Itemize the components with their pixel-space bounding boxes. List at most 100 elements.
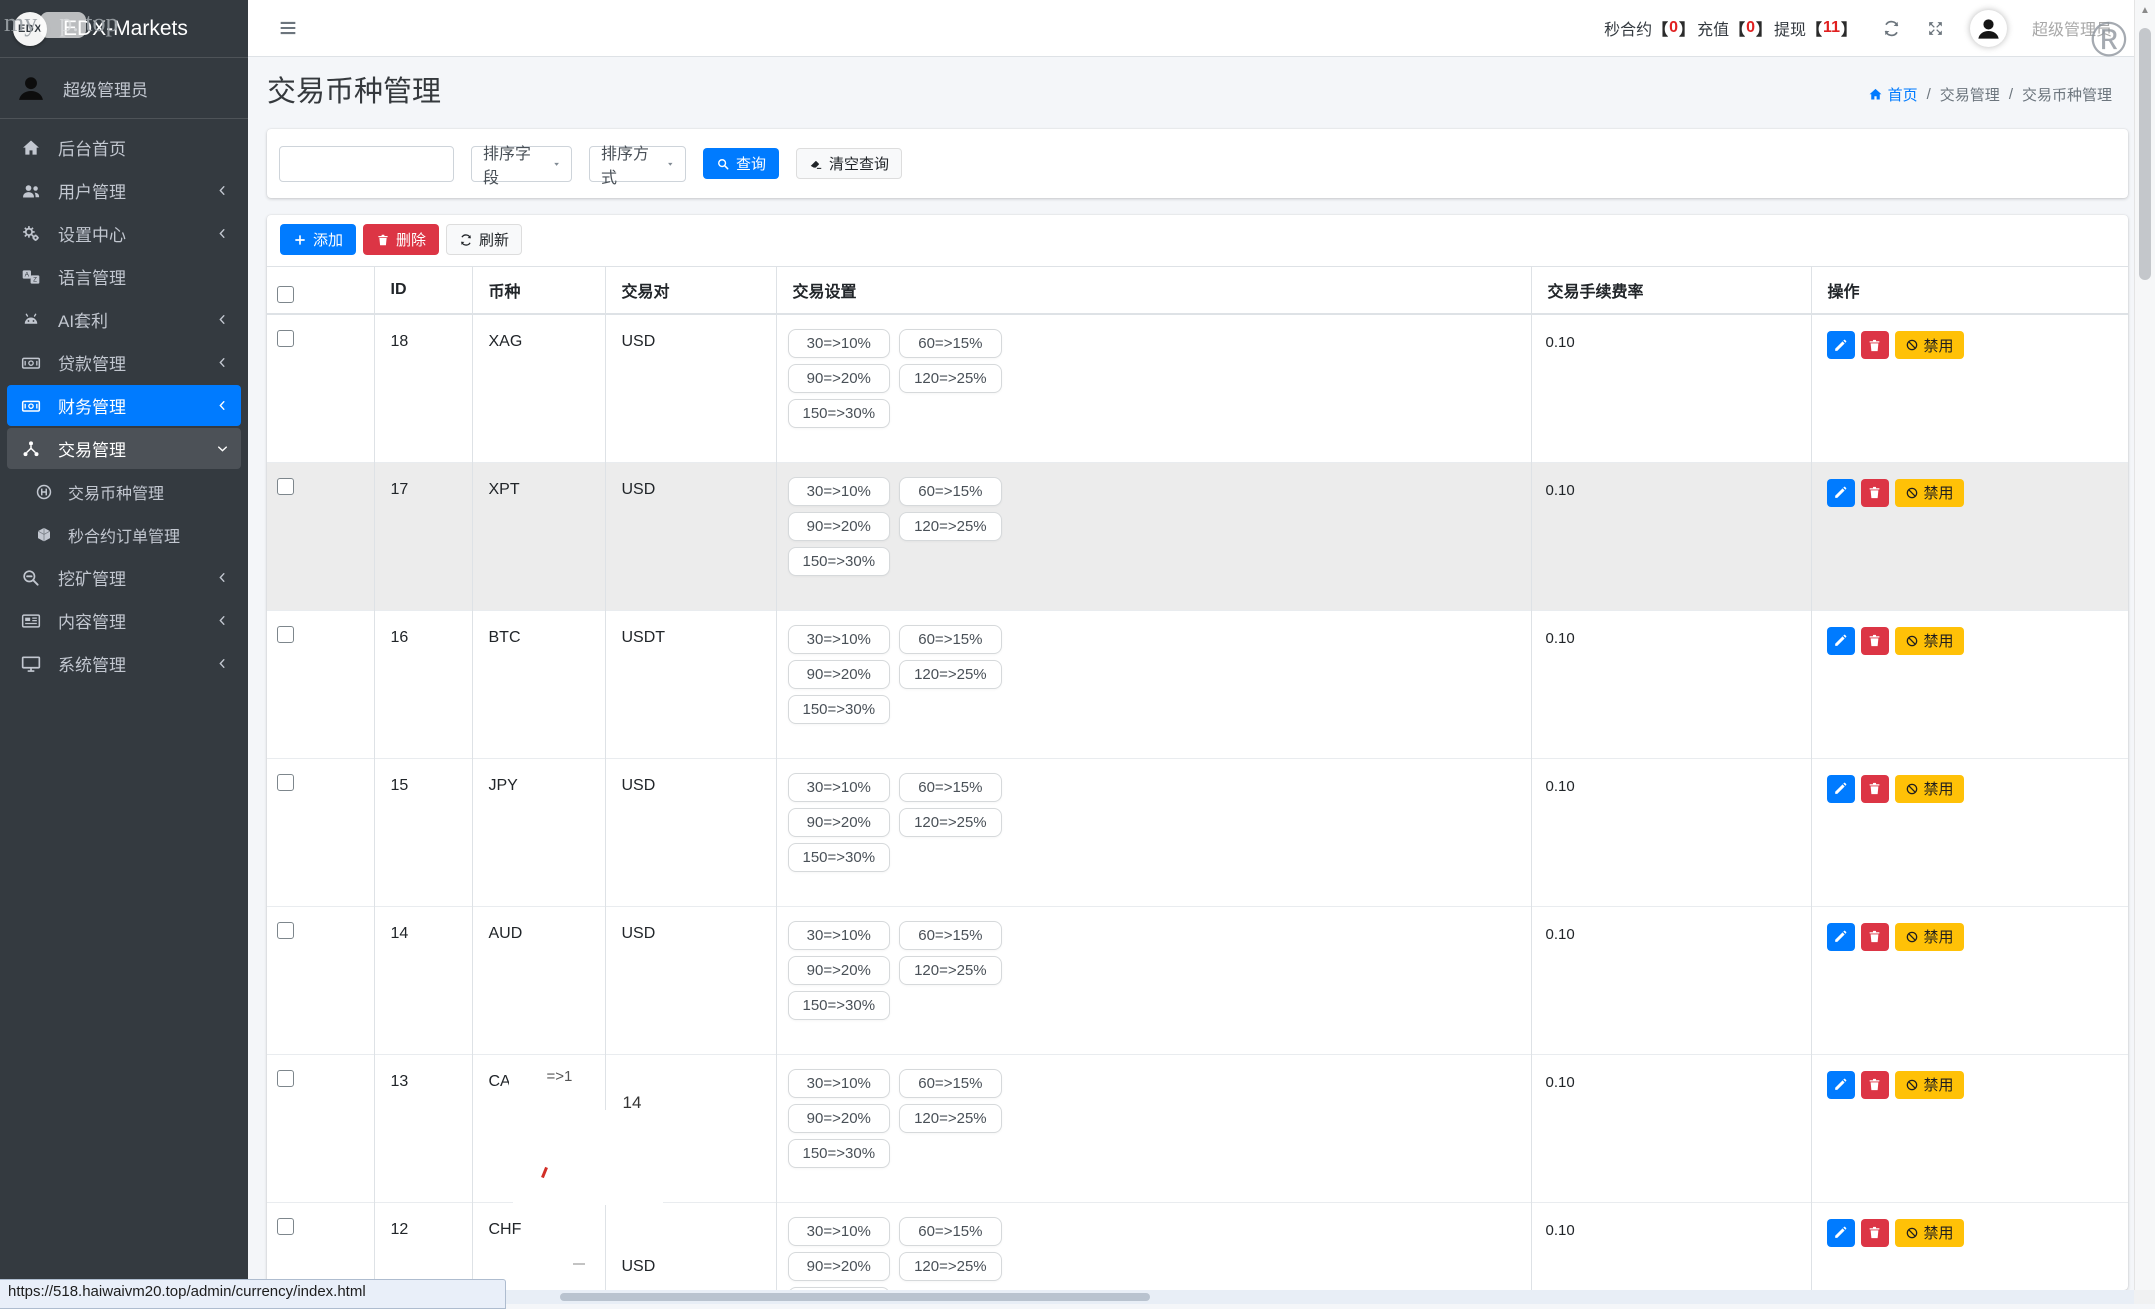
- hamburger-menu-icon[interactable]: [277, 17, 299, 39]
- add-button[interactable]: 添加: [280, 224, 356, 255]
- sidebar-item[interactable]: AI套利: [7, 299, 241, 340]
- setting-pill-button[interactable]: 150=>30%: [788, 991, 891, 1020]
- setting-pill-button[interactable]: 120=>25%: [899, 808, 1002, 837]
- setting-pill-button[interactable]: 30=>10%: [788, 921, 891, 950]
- vertical-scrollbar[interactable]: ▲: [2134, 0, 2155, 1304]
- sidebar-user-panel[interactable]: 超级管理员: [0, 58, 248, 119]
- setting-pill-button[interactable]: 150=>30%: [788, 547, 891, 576]
- edit-button[interactable]: [1827, 1071, 1855, 1099]
- row-checkbox[interactable]: [277, 774, 294, 791]
- setting-pill-button[interactable]: 90=>20%: [788, 364, 891, 393]
- setting-pill-button[interactable]: 60=>15%: [899, 1217, 1002, 1246]
- query-button[interactable]: 查询: [703, 148, 779, 179]
- setting-pill-button[interactable]: 120=>25%: [899, 1252, 1002, 1281]
- disable-button[interactable]: 禁用: [1895, 331, 1964, 359]
- setting-pill-button[interactable]: 120=>25%: [899, 364, 1002, 393]
- setting-pill-button[interactable]: 120=>25%: [899, 1104, 1002, 1133]
- edit-button[interactable]: [1827, 775, 1855, 803]
- delete-row-button[interactable]: [1861, 627, 1889, 655]
- disable-button[interactable]: 禁用: [1895, 1219, 1964, 1247]
- search-input[interactable]: [279, 146, 454, 182]
- sidebar-item[interactable]: 后台首页: [7, 127, 241, 168]
- disable-button[interactable]: 禁用: [1895, 627, 1964, 655]
- sidebar-item[interactable]: 挖矿管理: [7, 557, 241, 598]
- sort-order-select[interactable]: 排序方式: [589, 146, 686, 182]
- sidebar-item[interactable]: 系统管理: [7, 643, 241, 684]
- row-checkbox[interactable]: [277, 626, 294, 643]
- setting-pill-button[interactable]: 30=>10%: [788, 773, 891, 802]
- disable-button[interactable]: 禁用: [1895, 479, 1964, 507]
- setting-pill-button[interactable]: 60=>15%: [899, 477, 1002, 506]
- delete-row-button[interactable]: [1861, 923, 1889, 951]
- setting-pill-button[interactable]: 90=>20%: [788, 512, 891, 541]
- setting-pill-button[interactable]: 30=>10%: [788, 625, 891, 654]
- setting-pill-button[interactable]: 90=>20%: [788, 956, 891, 985]
- row-checkbox[interactable]: [277, 330, 294, 347]
- setting-pill-button[interactable]: 30=>10%: [788, 1217, 891, 1246]
- edit-button[interactable]: [1827, 627, 1855, 655]
- edit-button[interactable]: [1827, 923, 1855, 951]
- setting-pill-button[interactable]: 90=>20%: [788, 1252, 891, 1281]
- delete-row-button[interactable]: [1861, 1071, 1889, 1099]
- sidebar-item[interactable]: 财务管理: [7, 385, 241, 426]
- row-checkbox[interactable]: [277, 922, 294, 939]
- row-checkbox[interactable]: [277, 1218, 294, 1235]
- fullscreen-icon[interactable]: [1926, 19, 1945, 38]
- setting-pill-button[interactable]: 90=>20%: [788, 660, 891, 689]
- delete-row-button[interactable]: [1861, 331, 1889, 359]
- setting-pill-button[interactable]: 30=>10%: [788, 477, 891, 506]
- sidebar-item[interactable]: 交易币种管理: [7, 471, 241, 512]
- delete-row-button[interactable]: [1861, 479, 1889, 507]
- setting-pill-button[interactable]: 60=>15%: [899, 329, 1002, 358]
- setting-pill-button[interactable]: 90=>20%: [788, 808, 891, 837]
- disable-button[interactable]: 禁用: [1895, 923, 1964, 951]
- setting-pill-button[interactable]: 120=>25%: [899, 512, 1002, 541]
- setting-pill-button[interactable]: 60=>15%: [899, 625, 1002, 654]
- brand[interactable]: EDX EDX-Markets: [0, 0, 248, 58]
- edit-button[interactable]: [1827, 479, 1855, 507]
- setting-pill-button[interactable]: 120=>25%: [899, 660, 1002, 689]
- vertical-scrollbar-thumb[interactable]: [2139, 28, 2151, 280]
- setting-pill-button[interactable]: 150=>30%: [788, 843, 891, 872]
- setting-pill-button[interactable]: 150=>30%: [788, 1139, 891, 1168]
- breadcrumb-home-link[interactable]: 首页: [1868, 84, 1918, 105]
- sidebar-item[interactable]: 交易管理: [7, 428, 241, 469]
- refresh-button[interactable]: 刷新: [446, 224, 522, 255]
- row-checkbox[interactable]: [277, 1070, 294, 1087]
- cell-fee: 0.10: [1531, 314, 1811, 462]
- clear-query-button[interactable]: 清空查询: [796, 148, 902, 179]
- refresh-icon[interactable]: [1882, 19, 1901, 38]
- select-all-checkbox[interactable]: [277, 286, 294, 303]
- sidebar-item[interactable]: 语言管理: [7, 256, 241, 297]
- setting-pill-button[interactable]: 60=>15%: [899, 1069, 1002, 1098]
- sidebar-item[interactable]: 贷款管理: [7, 342, 241, 383]
- delete-button[interactable]: 删除: [363, 224, 439, 255]
- setting-pill-button[interactable]: 120=>25%: [899, 956, 1002, 985]
- setting-pill-button[interactable]: 30=>10%: [788, 1069, 891, 1098]
- stat-counter[interactable]: 秒合约【0】: [1604, 16, 1695, 40]
- delete-row-button[interactable]: [1861, 775, 1889, 803]
- setting-pill-button[interactable]: 30=>10%: [788, 329, 891, 358]
- horizontal-scrollbar-thumb[interactable]: [560, 1293, 1150, 1301]
- sidebar-item[interactable]: 用户管理: [7, 170, 241, 211]
- edit-button[interactable]: [1827, 331, 1855, 359]
- stat-counter[interactable]: 充值【0】: [1697, 16, 1772, 40]
- sort-field-select[interactable]: 排序字段: [471, 146, 572, 182]
- sidebar-item[interactable]: 设置中心: [7, 213, 241, 254]
- setting-pill-button[interactable]: 150=>30%: [788, 695, 891, 724]
- setting-pill-button[interactable]: 150=>30%: [788, 399, 891, 428]
- setting-pill-button[interactable]: 60=>15%: [899, 921, 1002, 950]
- setting-pill-button[interactable]: 60=>15%: [899, 773, 1002, 802]
- edit-button[interactable]: [1827, 1219, 1855, 1247]
- disable-button[interactable]: 禁用: [1895, 1071, 1964, 1099]
- sidebar-item[interactable]: 秒合约订单管理: [7, 514, 241, 555]
- breadcrumb-item[interactable]: 交易管理: [1940, 84, 2000, 105]
- disable-button[interactable]: 禁用: [1895, 775, 1964, 803]
- scrollbar-up-arrow[interactable]: ▲: [2135, 0, 2155, 20]
- avatar[interactable]: [1970, 10, 2007, 47]
- stat-counter[interactable]: 提现【11】: [1774, 16, 1857, 40]
- setting-pill-button[interactable]: 90=>20%: [788, 1104, 891, 1133]
- sidebar-item[interactable]: 内容管理: [7, 600, 241, 641]
- delete-row-button[interactable]: [1861, 1219, 1889, 1247]
- row-checkbox[interactable]: [277, 478, 294, 495]
